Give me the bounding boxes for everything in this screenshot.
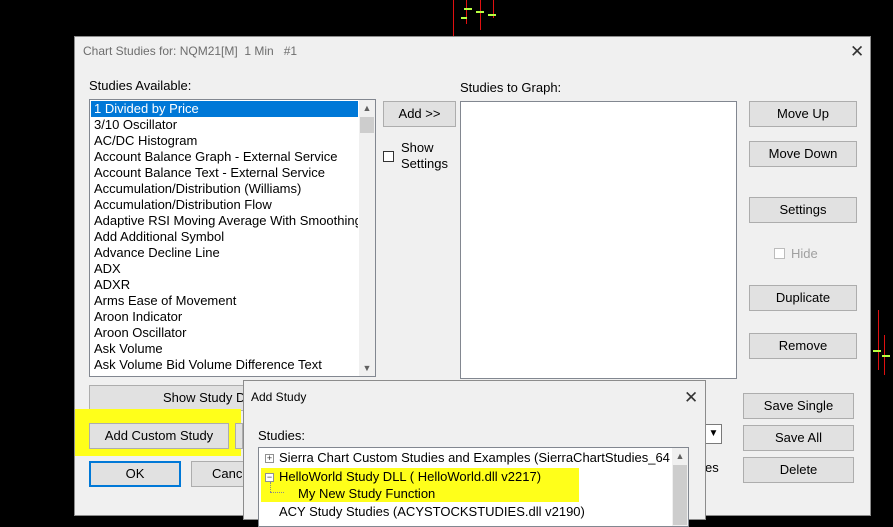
show-settings-checkbox[interactable]: [383, 151, 394, 162]
hide-label: Hide: [791, 246, 818, 261]
studies-label: Studies:: [258, 428, 305, 443]
studies-to-graph-list[interactable]: [460, 101, 737, 379]
list-item[interactable]: Advance Decline Line: [91, 245, 358, 261]
tree-item-helloworld[interactable]: HelloWorld Study DLL ( HelloWorld.dll v2…: [279, 468, 541, 485]
tree-item-acy[interactable]: ACY Study Studies (ACYSTOCKSTUDIES.dll v…: [279, 503, 585, 520]
studies-list-scrollbar[interactable]: ▲ ▼: [359, 100, 375, 376]
list-item[interactable]: Accumulation/Distribution (Williams): [91, 181, 358, 197]
dialog-title: Chart Studies for: NQM21[M] 1 Min #1: [83, 44, 298, 58]
list-item[interactable]: 3/10 Oscillator: [91, 117, 358, 133]
tree-connector: [270, 482, 272, 492]
collapse-minus-icon[interactable]: −: [265, 473, 274, 482]
delete-button[interactable]: Delete: [743, 457, 854, 483]
tree-connector: [270, 492, 284, 494]
remove-button[interactable]: Remove: [749, 333, 857, 359]
add-button[interactable]: Add >>: [383, 101, 456, 127]
save-single-button[interactable]: Save Single: [743, 393, 854, 419]
scroll-up-arrow-icon[interactable]: ▲: [672, 448, 688, 464]
scroll-down-arrow-icon[interactable]: ▼: [359, 360, 375, 376]
list-item[interactable]: Accumulation/Distribution Flow: [91, 197, 358, 213]
cancel-button[interactable]: Cance: [191, 461, 251, 487]
list-item[interactable]: Aroon Indicator: [91, 309, 358, 325]
list-item[interactable]: AC/DC Histogram: [91, 133, 358, 149]
list-item[interactable]: Add Additional Symbol: [91, 229, 358, 245]
list-item[interactable]: Account Balance Graph - External Service: [91, 149, 358, 165]
tree-item-my-new-study[interactable]: My New Study Function: [298, 485, 435, 502]
tree-scrollbar[interactable]: ▲: [672, 448, 688, 526]
close-icon[interactable]: ✕: [850, 43, 864, 60]
list-item[interactable]: ADXR: [91, 277, 358, 293]
chevron-down-icon[interactable]: ▼: [705, 424, 722, 444]
add-study-title: Add Study: [251, 390, 307, 404]
duplicate-button[interactable]: Duplicate: [749, 285, 857, 311]
scroll-thumb[interactable]: [673, 465, 687, 525]
move-down-button[interactable]: Move Down: [749, 141, 857, 167]
studies-available-label: Studies Available:: [89, 78, 192, 93]
list-item[interactable]: ADX: [91, 261, 358, 277]
text-fragment: es: [705, 460, 719, 475]
add-custom-study-button[interactable]: Add Custom Study: [89, 423, 229, 449]
ok-button[interactable]: OK: [89, 461, 181, 487]
settings-button[interactable]: Settings: [749, 197, 857, 223]
studies-to-graph-label: Studies to Graph:: [460, 80, 562, 95]
list-item[interactable]: Ask Volume Bid Volume Difference Text: [91, 357, 358, 373]
hide-checkbox[interactable]: [774, 248, 785, 259]
studies-available-list[interactable]: 1 Divided by Price 3/10 Oscillator AC/DC H…: [89, 99, 376, 377]
show-settings-label: Show Settings: [401, 140, 448, 171]
save-all-button[interactable]: Save All: [743, 425, 854, 451]
close-icon[interactable]: ✕: [684, 389, 698, 406]
expand-plus-icon[interactable]: +: [265, 454, 274, 463]
list-item[interactable]: 1 Divided by Price: [91, 101, 358, 117]
button-fragment: [235, 423, 243, 449]
list-item[interactable]: Account Balance Text - External Service: [91, 165, 358, 181]
scroll-up-arrow-icon[interactable]: ▲: [359, 100, 375, 116]
tree-item-sierra-chart[interactable]: Sierra Chart Custom Studies and Examples…: [279, 449, 670, 466]
list-item[interactable]: Arms Ease of Movement: [91, 293, 358, 309]
move-up-button[interactable]: Move Up: [749, 101, 857, 127]
list-item[interactable]: Adaptive RSI Moving Average With Smoothi…: [91, 213, 358, 229]
list-item[interactable]: Ask Volume: [91, 341, 358, 357]
list-item[interactable]: Aroon Oscillator: [91, 325, 358, 341]
studies-tree[interactable]: + Sierra Chart Custom Studies and Exampl…: [258, 447, 689, 527]
scroll-thumb[interactable]: [360, 117, 374, 133]
add-study-dialog: Add Study ✕ Studies: + Sierra Chart Cust…: [243, 380, 706, 527]
